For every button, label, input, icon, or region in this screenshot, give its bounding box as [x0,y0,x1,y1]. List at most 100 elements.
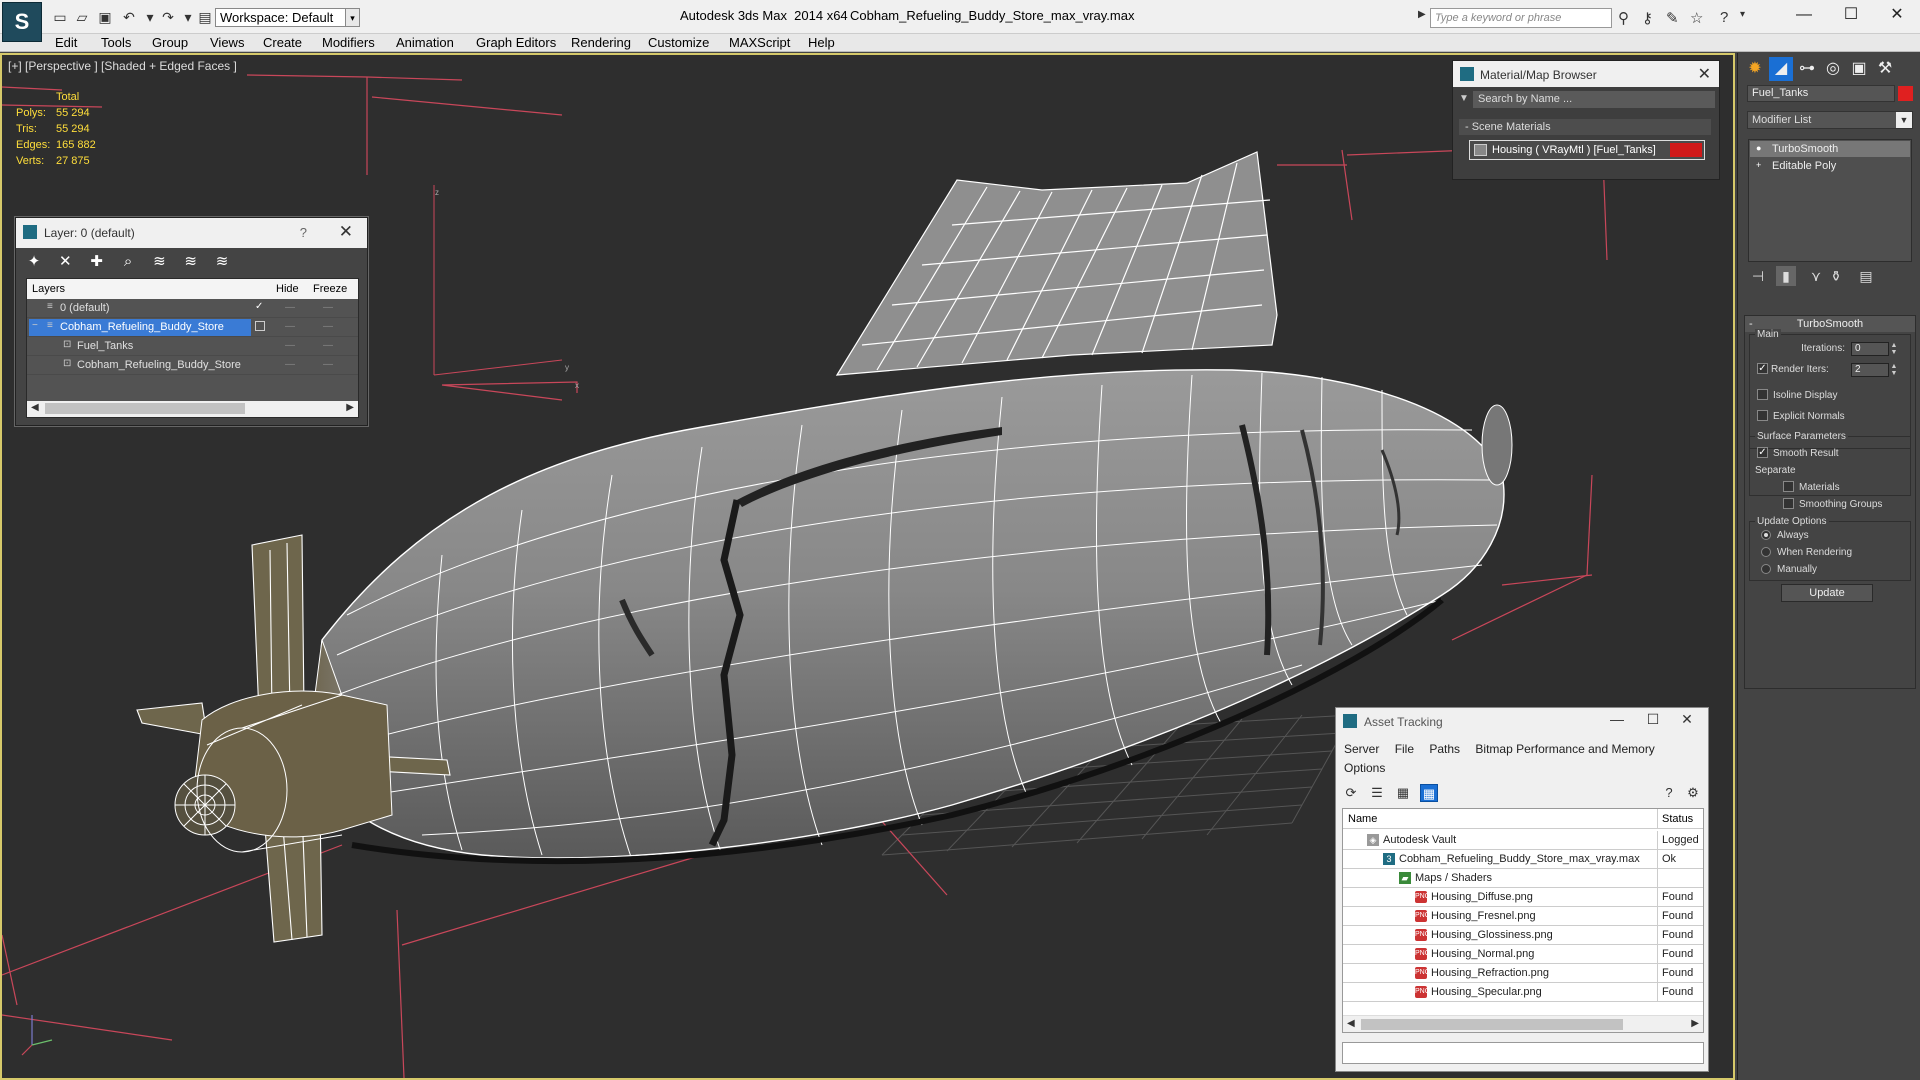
modifier-list-dropdown[interactable]: Modifier List ▼ [1747,111,1913,129]
undo-dropdown-icon[interactable]: ▾ [142,9,158,25]
layer-row[interactable]: ⊡ Cobham_Refueling_Buddy_Store — — [27,356,358,375]
redo-icon[interactable]: ↷ [160,9,176,25]
undo-icon[interactable]: ↶ [121,9,137,25]
asset-path-field[interactable] [1342,1042,1704,1064]
materials-checkbox[interactable] [1783,481,1794,492]
menu-animation[interactable]: Animation [396,35,454,50]
close-button[interactable]: ✕ [1672,711,1702,728]
create-layer-icon[interactable]: ✦ [24,253,44,271]
horizontal-scrollbar[interactable]: ◀ ▶ [27,401,358,417]
redo-dropdown-icon[interactable]: ▾ [180,9,196,25]
asset-row[interactable]: PNG Housing_Fresnel.png Found [1343,907,1703,926]
close-icon[interactable]: ✕ [339,222,353,242]
stack-item-turbosmooth[interactable]: ● TurboSmooth [1750,141,1910,157]
scroll-right-icon[interactable]: ▶ [1691,1018,1699,1029]
make-unique-icon[interactable]: ⋎ [1806,266,1826,286]
asset-row[interactable]: PNG Housing_Glossiness.png Found [1343,926,1703,945]
configure-modifier-sets-icon[interactable]: ▤ [1856,266,1876,286]
search-expand-icon[interactable]: ▶ [1418,9,1426,20]
asset-row[interactable]: 3 Cobham_Refueling_Buddy_Store_max_vray.… [1343,850,1703,869]
update-manually-radio[interactable] [1761,564,1771,574]
asset-row[interactable]: PNG Housing_Diffuse.png Found [1343,888,1703,907]
make-active-checkbox[interactable] [255,321,265,331]
menu-bitmap-performance[interactable]: Bitmap Performance and Memory [1475,742,1654,756]
asset-row[interactable]: ◈ Autodesk Vault Logged [1343,831,1703,850]
menu-create[interactable]: Create [263,35,302,50]
menu-paths[interactable]: Paths [1429,742,1460,756]
stack-item-editable-poly[interactable]: + Editable Poly [1750,158,1910,174]
close-button[interactable]: ✕ [1874,0,1920,30]
scroll-thumb[interactable] [1361,1019,1623,1030]
smoothing-groups-checkbox[interactable] [1783,498,1794,509]
material-search-input[interactable]: Search by Name ... [1473,91,1715,108]
spinner-arrows-icon[interactable]: ▲ ▼ [1890,342,1898,356]
update-when-rendering-radio[interactable] [1761,547,1771,557]
menu-maxscript[interactable]: MAXScript [729,35,790,50]
help-context-icon[interactable]: ⚙ [1684,784,1702,802]
asset-row[interactable]: PNG Housing_Specular.png Found [1343,983,1703,1002]
table-view-icon[interactable]: ▦ [1394,784,1412,802]
layer-row[interactable]: ⊡ Fuel_Tanks — — [27,337,358,356]
menu-file[interactable]: File [1395,742,1414,756]
column-freeze[interactable]: Freeze [313,283,347,295]
select-layer-objects-icon[interactable]: ⌕ [118,253,138,271]
modify-tab-icon[interactable]: ◢ [1769,57,1793,81]
show-end-result-icon[interactable]: ▮ [1776,266,1796,286]
menu-options[interactable]: Options [1344,761,1385,775]
menu-rendering[interactable]: Rendering [571,35,631,50]
project-folder-icon[interactable]: ▤ [197,9,213,25]
menu-help[interactable]: Help [808,35,835,50]
3dsmax-logo-icon[interactable]: S [2,2,42,42]
explicit-normals-checkbox[interactable] [1757,410,1768,421]
save-file-icon[interactable]: ▣ [97,9,113,25]
refresh-icon[interactable]: ⟳ [1342,784,1360,802]
iterations-spinner[interactable]: 0 [1851,342,1889,356]
minimize-button[interactable]: — [1602,711,1632,727]
menu-views[interactable]: Views [210,35,244,50]
menu-server[interactable]: Server [1344,742,1379,756]
scroll-left-icon[interactable]: ◀ [1347,1018,1355,1029]
motion-tab-icon[interactable]: ◎ [1821,57,1845,81]
delete-layer-icon[interactable]: ✕ [55,253,75,271]
hierarchy-tab-icon[interactable]: ⊶ [1795,57,1819,81]
key-icon[interactable]: ⚷ [1642,9,1653,27]
render-iters-checkbox[interactable]: ✓ [1757,363,1768,374]
utilities-tab-icon[interactable]: ⚒ [1873,57,1897,81]
pin-stack-icon[interactable]: ⊣ [1748,266,1768,286]
scroll-thumb[interactable] [45,403,245,414]
asset-row[interactable]: PNG Housing_Normal.png Found [1343,945,1703,964]
expand-icon[interactable]: + [1756,161,1765,170]
scroll-right-icon[interactable]: ▶ [346,402,354,413]
subscription-icon[interactable]: ✎ [1666,9,1679,27]
active-layer-check-icon[interactable]: ✓ [255,302,265,312]
layer-row[interactable]: ≡ 0 (default) ✓ — — [27,299,358,318]
help-icon[interactable]: ? [1720,9,1728,26]
new-file-icon[interactable]: ▭ [52,9,68,25]
asset-row[interactable]: PNG Housing_Refraction.png Found [1343,964,1703,983]
select-layers-icon[interactable]: ≋ [149,253,169,271]
help-dropdown-icon[interactable]: ▾ [1740,9,1745,20]
remove-modifier-icon[interactable]: ⚱ [1826,266,1846,286]
quick-access-dropdown[interactable]: ▾ [345,8,360,27]
column-hide[interactable]: Hide [276,283,299,295]
list-view-icon[interactable]: ☰ [1368,784,1386,802]
chevron-down-icon[interactable]: ▼ [1459,93,1469,104]
hide-all-layers-icon[interactable]: ≋ [181,253,201,271]
menu-tools[interactable]: Tools [101,35,131,50]
maximize-button[interactable]: ☐ [1638,711,1668,728]
update-always-radio[interactable] [1761,530,1771,540]
column-status[interactable]: Status [1662,813,1693,825]
expand-icon[interactable]: − [32,321,42,331]
search-input[interactable]: Type a keyword or phrase [1430,8,1612,28]
horizontal-scrollbar[interactable]: ◀ ▶ [1343,1015,1703,1032]
lightbulb-icon[interactable]: ● [1756,144,1765,153]
freeze-all-layers-icon[interactable]: ≋ [212,253,232,271]
workspace-selector[interactable]: Workspace: Default ▾ [215,8,360,27]
asset-tracking-titlebar[interactable]: Asset Tracking — ☐ ✕ [1336,708,1708,734]
favorites-star-icon[interactable]: ☆ [1690,9,1703,27]
minimize-button[interactable]: — [1781,0,1827,30]
material-browser-titlebar[interactable]: Material/Map Browser ✕ [1453,61,1719,87]
menu-edit[interactable]: Edit [55,35,77,50]
column-layers[interactable]: Layers [32,283,65,295]
isoline-display-checkbox[interactable] [1757,389,1768,400]
